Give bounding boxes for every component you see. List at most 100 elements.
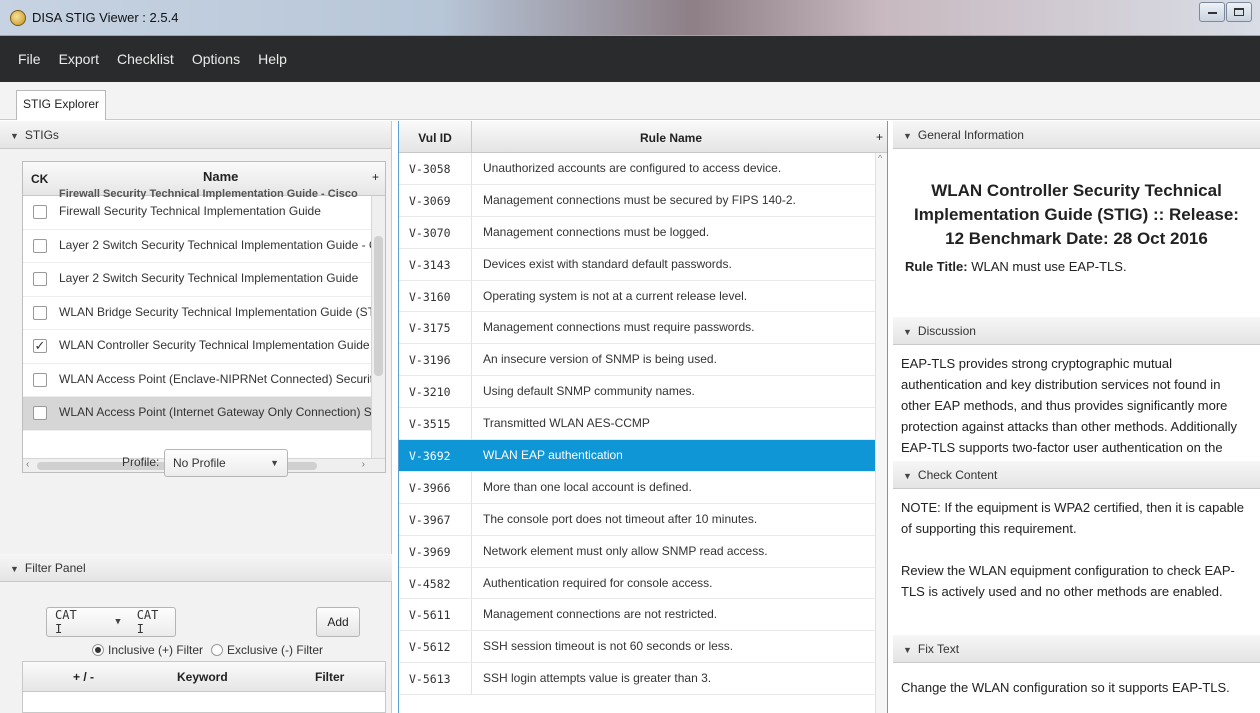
column-menu-button[interactable]: + (372, 170, 379, 184)
rule-title: Rule Title: WLAN must use EAP-TLS. (905, 259, 1248, 274)
menu-file[interactable]: File (18, 51, 41, 67)
stig-vertical-scrollbar[interactable] (371, 196, 385, 458)
fix-text-label: Fix Text (917, 642, 960, 656)
stig-checkbox[interactable] (33, 272, 47, 286)
keyword-table-header: + / - Keyword Filter (23, 662, 385, 692)
stig-row[interactable]: ✓ WLAN Controller Security Technical Impl… (23, 330, 371, 364)
chevron-down-icon: ▼ (270, 458, 279, 468)
stig-row[interactable]: Firewall Security Technical Implementati… (23, 196, 371, 230)
rule-row[interactable]: V-3143 Devices exist with standard defaul… (399, 248, 887, 281)
rule-row[interactable]: V-5611 Management connections are not res… (399, 599, 887, 632)
stig-name: Layer 2 Switch Security Technical Implem… (59, 271, 359, 285)
menu-export[interactable]: Export (59, 51, 99, 67)
rule-row[interactable]: V-3967 The console port does not timeout … (399, 503, 887, 536)
stig-checkbox[interactable] (33, 372, 47, 387)
discussion-header[interactable]: ▼ Discussion (893, 317, 1260, 345)
collapse-triangle-icon: ▼ (903, 645, 912, 655)
check-content-text-2: Review the WLAN equipment configuration … (901, 563, 1235, 599)
rule-row[interactable]: V-4582 Authentication required for consol… (399, 567, 887, 600)
column-ck[interactable]: CK (31, 172, 48, 186)
stig-checkbox[interactable] (33, 205, 47, 219)
stig-checkbox[interactable] (33, 305, 47, 320)
collapse-triangle-icon: ▼ (10, 564, 19, 574)
stigs-panel-header[interactable]: ▼ STIGs (0, 121, 391, 149)
chevron-down-icon: ▼ (115, 617, 121, 627)
rule-row[interactable]: V-5613 SSH login attempts value is greate… (399, 663, 887, 696)
column-vul-id[interactable]: Vul ID (399, 131, 471, 145)
rule-row[interactable]: V-3966 More than one local account is def… (399, 471, 887, 504)
general-info-header[interactable]: ▼ General Information (893, 121, 1260, 149)
column-name[interactable]: Name (203, 169, 238, 184)
check-content-body: NOTE: If the equipment is WPA2 certified… (893, 489, 1260, 635)
vul-id-cell: V-3175 (409, 321, 451, 336)
left-panel: ▼ STIGs CK Name + Firewall Security Techn… (0, 121, 392, 713)
profile-label: Profile: (122, 455, 160, 469)
rule-row[interactable]: V-3070 Management connections must be log… (399, 216, 887, 249)
stig-row[interactable]: WLAN Access Point (Enclave-NIPRNet Conne… (23, 364, 371, 397)
tab-stig-explorer[interactable]: STIG Explorer (16, 90, 107, 120)
column-plusminus[interactable]: + / - (73, 670, 94, 684)
stigs-header-label: STIGs (24, 128, 59, 142)
profile-select-value: No Profile (173, 456, 226, 470)
rule-row[interactable]: V-3692 WLAN EAP authentication (399, 440, 887, 472)
stig-name: WLAN Access Point (Internet Gateway Only… (59, 405, 371, 419)
filter-panel-header[interactable]: ▼ Filter Panel (0, 554, 392, 582)
fix-text-header[interactable]: ▼ Fix Text (893, 635, 1260, 663)
rule-row[interactable]: V-3175 Management connections must requir… (399, 312, 887, 345)
column-filter[interactable]: Filter (315, 670, 344, 684)
stig-row[interactable]: WLAN Bridge Security Technical Implement… (23, 297, 371, 330)
vul-id-cell: V-4582 (409, 576, 451, 591)
rule-name-cell: Management connections are not restricte… (483, 607, 718, 622)
profile-select[interactable]: No Profile ▼ (164, 449, 288, 477)
menu-checklist[interactable]: Checklist (117, 51, 174, 67)
inclusive-radio[interactable] (92, 644, 104, 656)
stig-table: CK Name + Firewall Security Technical Im… (22, 161, 386, 473)
stig-checkbox[interactable] (33, 406, 47, 420)
rule-row[interactable]: V-3069 Management connections must be sec… (399, 184, 887, 217)
filter-panel-body: CAT I ▼ CAT I Add Inclusive (+) Filter E… (0, 583, 392, 713)
rule-row[interactable]: V-5612 SSH session timeout is not 60 seco… (399, 631, 887, 664)
stig-title: WLAN Controller Security Technical Imple… (914, 181, 1239, 248)
column-keyword[interactable]: Keyword (177, 670, 228, 684)
stig-row[interactable]: Layer 2 Switch Security Technical Implem… (23, 230, 371, 263)
rule-row[interactable]: V-3058 Unauthorized accounts are configur… (399, 153, 887, 185)
stig-row[interactable]: WLAN Access Point (Internet Gateway Only… (23, 397, 371, 431)
column-rule-name[interactable]: Rule Name (471, 131, 871, 145)
rule-title-label: Rule Title: (905, 259, 968, 274)
stig-name: WLAN Controller Security Technical Imple… (59, 338, 371, 352)
stig-table-header: CK Name + Firewall Security Technical Im… (23, 162, 385, 200)
check-content-label: Check Content (917, 468, 998, 482)
check-content-header[interactable]: ▼ Check Content (893, 461, 1260, 489)
rule-row[interactable]: V-3515 Transmitted WLAN AES-CCMP (399, 408, 887, 441)
menu-options[interactable]: Options (192, 51, 240, 67)
app-icon (10, 10, 26, 26)
stig-checkbox[interactable]: ✓ (33, 339, 47, 353)
stig-row[interactable]: Layer 2 Switch Security Technical Implem… (23, 263, 371, 297)
rule-row[interactable]: V-3969 Network element must only allow SN… (399, 535, 887, 568)
collapse-triangle-icon: ▼ (903, 131, 912, 141)
rule-name-cell: Management connections must require pass… (483, 320, 755, 335)
inclusive-label: Inclusive (+) Filter (108, 643, 204, 657)
rules-vertical-scrollbar[interactable]: ^ (875, 153, 887, 713)
category-select[interactable]: CAT I ▼ CAT I (46, 607, 176, 637)
rule-row[interactable]: V-3160 Operating system is not at a curre… (399, 280, 887, 313)
rule-name-cell: Operating system is not at a current rel… (483, 288, 748, 303)
rule-name-cell: More than one local account is defined. (483, 479, 692, 494)
maximize-icon[interactable] (1226, 2, 1252, 22)
menu-help[interactable]: Help (258, 51, 287, 67)
column-menu-button[interactable]: + (876, 130, 883, 144)
scroll-up-icon[interactable]: ^ (878, 153, 882, 163)
stig-name: Firewall Security Technical Implementati… (59, 204, 321, 218)
minimize-icon[interactable] (1199, 2, 1225, 22)
rule-row[interactable]: V-3196 An insecure version of SNMP is bei… (399, 344, 887, 377)
discussion-text: EAP-TLS provides strong cryptographic mu… (901, 356, 1238, 455)
stig-checkbox[interactable] (33, 238, 47, 253)
rule-row[interactable]: V-3210 Using default SNMP community names… (399, 376, 887, 409)
rule-name-cell: An insecure version of SNMP is being use… (483, 352, 717, 367)
vul-id-cell: V-3143 (409, 257, 451, 272)
collapse-triangle-icon: ▼ (10, 131, 19, 141)
rules-table: Vul ID Rule Name + V-3058 Unauthorized ac… (398, 121, 888, 713)
menu-bar: File Export Checklist Options Help (0, 36, 1260, 82)
add-button[interactable]: Add (316, 607, 360, 637)
exclusive-radio[interactable] (211, 644, 224, 656)
